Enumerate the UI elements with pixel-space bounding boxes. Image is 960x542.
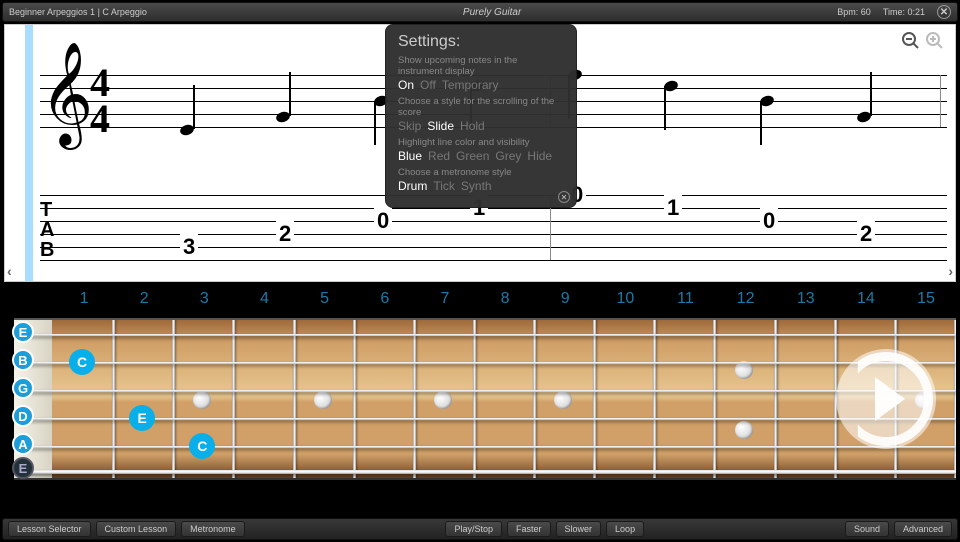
fret-number: 3 xyxy=(174,290,234,308)
time-label: Time: 0:21 xyxy=(883,7,925,17)
settings-opt-temporary[interactable]: Temporary xyxy=(442,78,499,92)
button-faster[interactable]: Faster xyxy=(507,521,551,537)
open-string-g[interactable]: G xyxy=(12,377,34,399)
open-string-b[interactable]: B xyxy=(12,349,34,371)
scroll-right-icon[interactable]: › xyxy=(948,263,953,279)
fretboard[interactable]: C E C xyxy=(14,318,956,480)
fret-marker[interactable]: C xyxy=(69,349,95,375)
settings-highlight-opts: Blue Red Green Grey Hide xyxy=(398,149,564,163)
topbar: Beginner Arpeggios 1 | C Arpeggio Purely… xyxy=(2,2,958,22)
settings-opt-hide[interactable]: Hide xyxy=(527,149,552,163)
zoom-out-icon[interactable] xyxy=(901,31,921,51)
scroll-left-icon[interactable]: ‹ xyxy=(7,263,12,279)
open-string-e[interactable]: E xyxy=(12,457,34,479)
button-advanced[interactable]: Advanced xyxy=(894,521,952,537)
fret-number: 5 xyxy=(295,290,355,308)
settings-opt-blue[interactable]: Blue xyxy=(398,149,422,163)
lesson-title: Beginner Arpeggios 1 | C Arpeggio xyxy=(9,7,147,17)
settings-opt-skip[interactable]: Skip xyxy=(398,119,421,133)
tab-number: 0 xyxy=(760,208,778,234)
fret-number: 6 xyxy=(355,290,415,308)
button-lesson-selector[interactable]: Lesson Selector xyxy=(8,521,91,537)
fret-number: 9 xyxy=(535,290,595,308)
settings-panel: Settings: Show upcoming notes in the ins… xyxy=(385,24,577,208)
fret-marker[interactable]: E xyxy=(129,405,155,431)
settings-opt-grey[interactable]: Grey xyxy=(495,149,521,163)
settings-opt-drum[interactable]: Drum xyxy=(398,179,427,193)
settings-opt-tick[interactable]: Tick xyxy=(433,179,455,193)
bottombar: Lesson Selector Custom LessonMetronome Pl… xyxy=(2,518,958,540)
settings-opt-on[interactable]: On xyxy=(398,78,414,92)
tab-number: 2 xyxy=(857,221,875,247)
settings-opt-slide[interactable]: Slide xyxy=(427,119,454,133)
tab-letter-b: B xyxy=(40,239,54,262)
close-icon[interactable]: ✕ xyxy=(937,5,951,19)
fret-number: 13 xyxy=(776,290,836,308)
fret-number: 1 xyxy=(54,290,114,308)
open-string-d[interactable]: D xyxy=(12,405,34,427)
fret-number: 4 xyxy=(234,290,294,308)
fret-number: 11 xyxy=(655,290,715,308)
settings-opt-off[interactable]: Off xyxy=(420,78,436,92)
settings-opt-green[interactable]: Green xyxy=(456,149,489,163)
settings-opt-red[interactable]: Red xyxy=(428,149,450,163)
fret-number: 8 xyxy=(475,290,535,308)
settings-upcoming-opts: On Off Temporary xyxy=(398,78,564,92)
settings-scroll-opts: Skip Slide Hold xyxy=(398,119,564,133)
fret-number: 2 xyxy=(114,290,174,308)
settings-title: Settings: xyxy=(398,33,564,51)
settings-close-icon[interactable]: ✕ xyxy=(558,191,570,203)
tab-number: 3 xyxy=(180,234,198,260)
settings-metronome-opts: Drum Tick Synth xyxy=(398,179,564,193)
button-play-stop[interactable]: Play/Stop xyxy=(445,521,502,537)
button-custom-lesson[interactable]: Custom Lesson xyxy=(96,521,177,537)
button-slower[interactable]: Slower xyxy=(556,521,602,537)
fret-marker[interactable]: C xyxy=(189,433,215,459)
fret-number: 7 xyxy=(415,290,475,308)
settings-opt-hold[interactable]: Hold xyxy=(460,119,485,133)
button-metronome[interactable]: Metronome xyxy=(181,521,245,537)
playhead xyxy=(25,25,33,281)
tab-number: 0 xyxy=(374,208,392,234)
fret-number: 12 xyxy=(716,290,776,308)
bpm-label: Bpm: 60 xyxy=(837,7,871,17)
time-signature: 44 xyxy=(90,65,110,137)
fret-number: 14 xyxy=(836,290,896,308)
fretboard-area: 123456789101112131415 CEC EBGDAE xyxy=(4,282,956,504)
fret-number: 10 xyxy=(595,290,655,308)
open-string-a[interactable]: A xyxy=(12,433,34,455)
app-name: Purely Guitar xyxy=(147,7,837,18)
button-loop[interactable]: Loop xyxy=(606,521,644,537)
button-sound[interactable]: Sound xyxy=(845,521,889,537)
treble-clef-icon: 𝄞 xyxy=(40,43,93,147)
tab-number: 2 xyxy=(276,221,294,247)
open-string-e[interactable]: E xyxy=(12,321,34,343)
zoom-in-icon[interactable] xyxy=(925,31,945,51)
next-arrow-icon[interactable] xyxy=(836,349,936,449)
tab-number: 1 xyxy=(664,195,682,221)
settings-opt-synth[interactable]: Synth xyxy=(461,179,492,193)
fret-number: 15 xyxy=(896,290,956,308)
